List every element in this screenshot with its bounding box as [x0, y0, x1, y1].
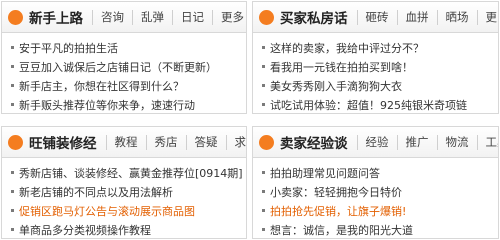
post-title: 单商品多分类视频操作教程	[19, 224, 151, 237]
panel-header: 卖家经验谈经验推广物流工具	[253, 127, 498, 158]
post-title: 拍拍助理常见问题问答	[270, 167, 380, 180]
tab-link[interactable]: 砸砖	[356, 9, 397, 25]
post-title: 美女秀秀刚入手滴狗狗大衣	[270, 80, 402, 93]
panel-shop-decoration: 旺铺装修经教程秀店答疑求购秀新店铺、谈装修经、赢黄金推荐位[0914期] 新老店铺…	[1, 126, 247, 239]
panel-title[interactable]: 旺铺装修经	[29, 132, 106, 152]
post-link[interactable]: 新手贩头推荐位等你来争，速速行动	[10, 96, 246, 113]
post-title: 看我用一元钱在拍拍买到啥！	[270, 61, 413, 74]
post-title: 小卖家：轻轻拥抱今日特价	[270, 186, 402, 199]
bullet-icon	[262, 84, 265, 87]
post-link[interactable]: 拍拍抢先促销，让旗子爆销!	[261, 202, 498, 221]
post-list: 这样的卖家，我给中评过分不？ 看我用一元钱在拍拍买到啥！ 美女秀秀刚入手滴狗狗大衣试…	[253, 33, 498, 113]
post-link[interactable]: 单商品多分类视频操作教程	[10, 221, 246, 238]
post-link[interactable]: 这样的卖家，我给中评过分不？	[261, 39, 498, 58]
tab-link[interactable]: 工具	[476, 134, 498, 150]
post-link[interactable]: 小卖家：轻轻拥抱今日特价	[261, 183, 498, 202]
post-title: 秀新店铺、谈装修经、赢黄金推荐位[0914期]	[19, 167, 243, 180]
bullet-icon	[11, 228, 14, 231]
bullet-icon	[11, 190, 14, 193]
panel-header: 买家私房话砸砖血拼晒场更多	[253, 2, 498, 33]
tab-link[interactable]: 咨询	[92, 9, 132, 25]
panel-title[interactable]: 买家私房话	[280, 7, 357, 27]
post-list: 拍拍助理常见问题问答小卖家：轻轻拥抱今日特价 拍拍抢先促销，让旗子爆销! 想言：诚信…	[253, 158, 498, 238]
tab-link[interactable]: 乱弹	[132, 9, 172, 25]
bullet-icon	[262, 46, 265, 49]
bullet-icon	[11, 171, 14, 174]
bullet-icon	[262, 65, 265, 68]
post-title: 试吃试用体验：超值！925纯银米奇项链	[270, 99, 467, 112]
panel-newbie: 新手上路 咨询 乱弹 日记 更多安于平凡的拍拍生活豆豆加入诚保后之店铺日记（不断更新） 新…	[1, 1, 247, 114]
tab-link[interactable]: 血拼	[396, 9, 437, 25]
bullet-icon	[11, 103, 14, 106]
panel-title[interactable]: 卖家经验谈	[280, 132, 357, 152]
smiley-icon	[8, 9, 23, 25]
panel-title[interactable]: 新手上路	[29, 7, 92, 27]
panel-buyer-talk: 买家私房话砸砖血拼晒场更多这样的卖家，我给中评过分不？ 看我用一元钱在拍拍买到啥！…	[252, 1, 499, 114]
post-link[interactable]: 拍拍助理常见问题问答	[261, 164, 498, 183]
tab-link[interactable]: 晒场	[436, 9, 477, 25]
panel-header: 新手上路 咨询 乱弹 日记 更多	[2, 2, 246, 33]
post-title: 新手店主，你想在社区得到什么？	[19, 80, 184, 93]
bullet-icon	[11, 84, 14, 87]
post-title: 新手贩头推荐位等你来争，速速行动	[19, 99, 195, 112]
bullet-icon	[262, 171, 265, 174]
shop-icon	[259, 134, 274, 150]
tab-link[interactable]: 更多	[476, 9, 498, 25]
post-link[interactable]: 促销区跑马灯公告与滚动展示商品图	[10, 202, 246, 221]
tab-link[interactable]: 更多	[212, 9, 246, 25]
post-link[interactable]: 秀新店铺、谈装修经、赢黄金推荐位[0914期]	[10, 164, 246, 183]
post-link[interactable]: 试吃试用体验：超值！925纯银米奇项链	[261, 96, 498, 113]
panel-seller-experience: 卖家经验谈经验推广物流工具拍拍助理常见问题问答小卖家：轻轻拥抱今日特价拍拍抢先促…	[252, 126, 499, 239]
smiley-icon	[259, 9, 274, 25]
post-title: 这样的卖家，我给中评过分不？	[270, 42, 424, 55]
post-title: 拍拍抢先促销，让旗子爆销!	[270, 205, 407, 218]
bullet-icon	[262, 228, 265, 231]
bullet-icon	[11, 46, 14, 49]
tab-link[interactable]: 求购	[225, 134, 246, 150]
post-link[interactable]: 新手店主，你想在社区得到什么？	[10, 77, 246, 96]
bullet-icon	[11, 65, 14, 68]
post-link[interactable]: 美女秀秀刚入手滴狗狗大衣	[261, 77, 498, 96]
bullet-icon	[262, 209, 265, 212]
post-link[interactable]: 想言：诚信，是我的阳光大道	[261, 221, 498, 238]
post-list: 安于平凡的拍拍生活豆豆加入诚保后之店铺日记（不断更新） 新手店主，你想在社区得到什…	[2, 33, 246, 113]
tab-link[interactable]: 经验	[356, 134, 397, 150]
post-title: 想言：诚信，是我的阳光大道	[270, 224, 413, 237]
post-link[interactable]: 看我用一元钱在拍拍买到啥！	[261, 58, 498, 77]
post-title: 新老店铺的不同点以及用法解析	[19, 186, 173, 199]
tab-link[interactable]: 秀店	[145, 134, 186, 150]
tab-link[interactable]: 物流	[436, 134, 477, 150]
post-title: 安于平凡的拍拍生活	[19, 42, 118, 55]
tab-link[interactable]: 日记	[172, 9, 212, 25]
post-title: 豆豆加入诚保后之店铺日记（不断更新）	[19, 61, 217, 74]
bullet-icon	[262, 103, 265, 106]
tab-link[interactable]: 教程	[105, 134, 146, 150]
post-link[interactable]: 安于平凡的拍拍生活	[10, 39, 246, 58]
post-list: 秀新店铺、谈装修经、赢黄金推荐位[0914期] 新老店铺的不同点以及用法解析促销区…	[2, 158, 246, 238]
post-title: 促销区跑马灯公告与滚动展示商品图	[19, 205, 195, 218]
post-link[interactable]: 新老店铺的不同点以及用法解析	[10, 183, 246, 202]
tab-link[interactable]: 推广	[396, 134, 437, 150]
panel-header: 旺铺装修经教程秀店答疑求购	[2, 127, 246, 158]
post-link[interactable]: 豆豆加入诚保后之店铺日记（不断更新）	[10, 58, 246, 77]
tab-link[interactable]: 答疑	[185, 134, 226, 150]
bullet-icon	[11, 209, 14, 212]
bullet-icon	[262, 190, 265, 193]
shop-icon	[8, 134, 23, 150]
